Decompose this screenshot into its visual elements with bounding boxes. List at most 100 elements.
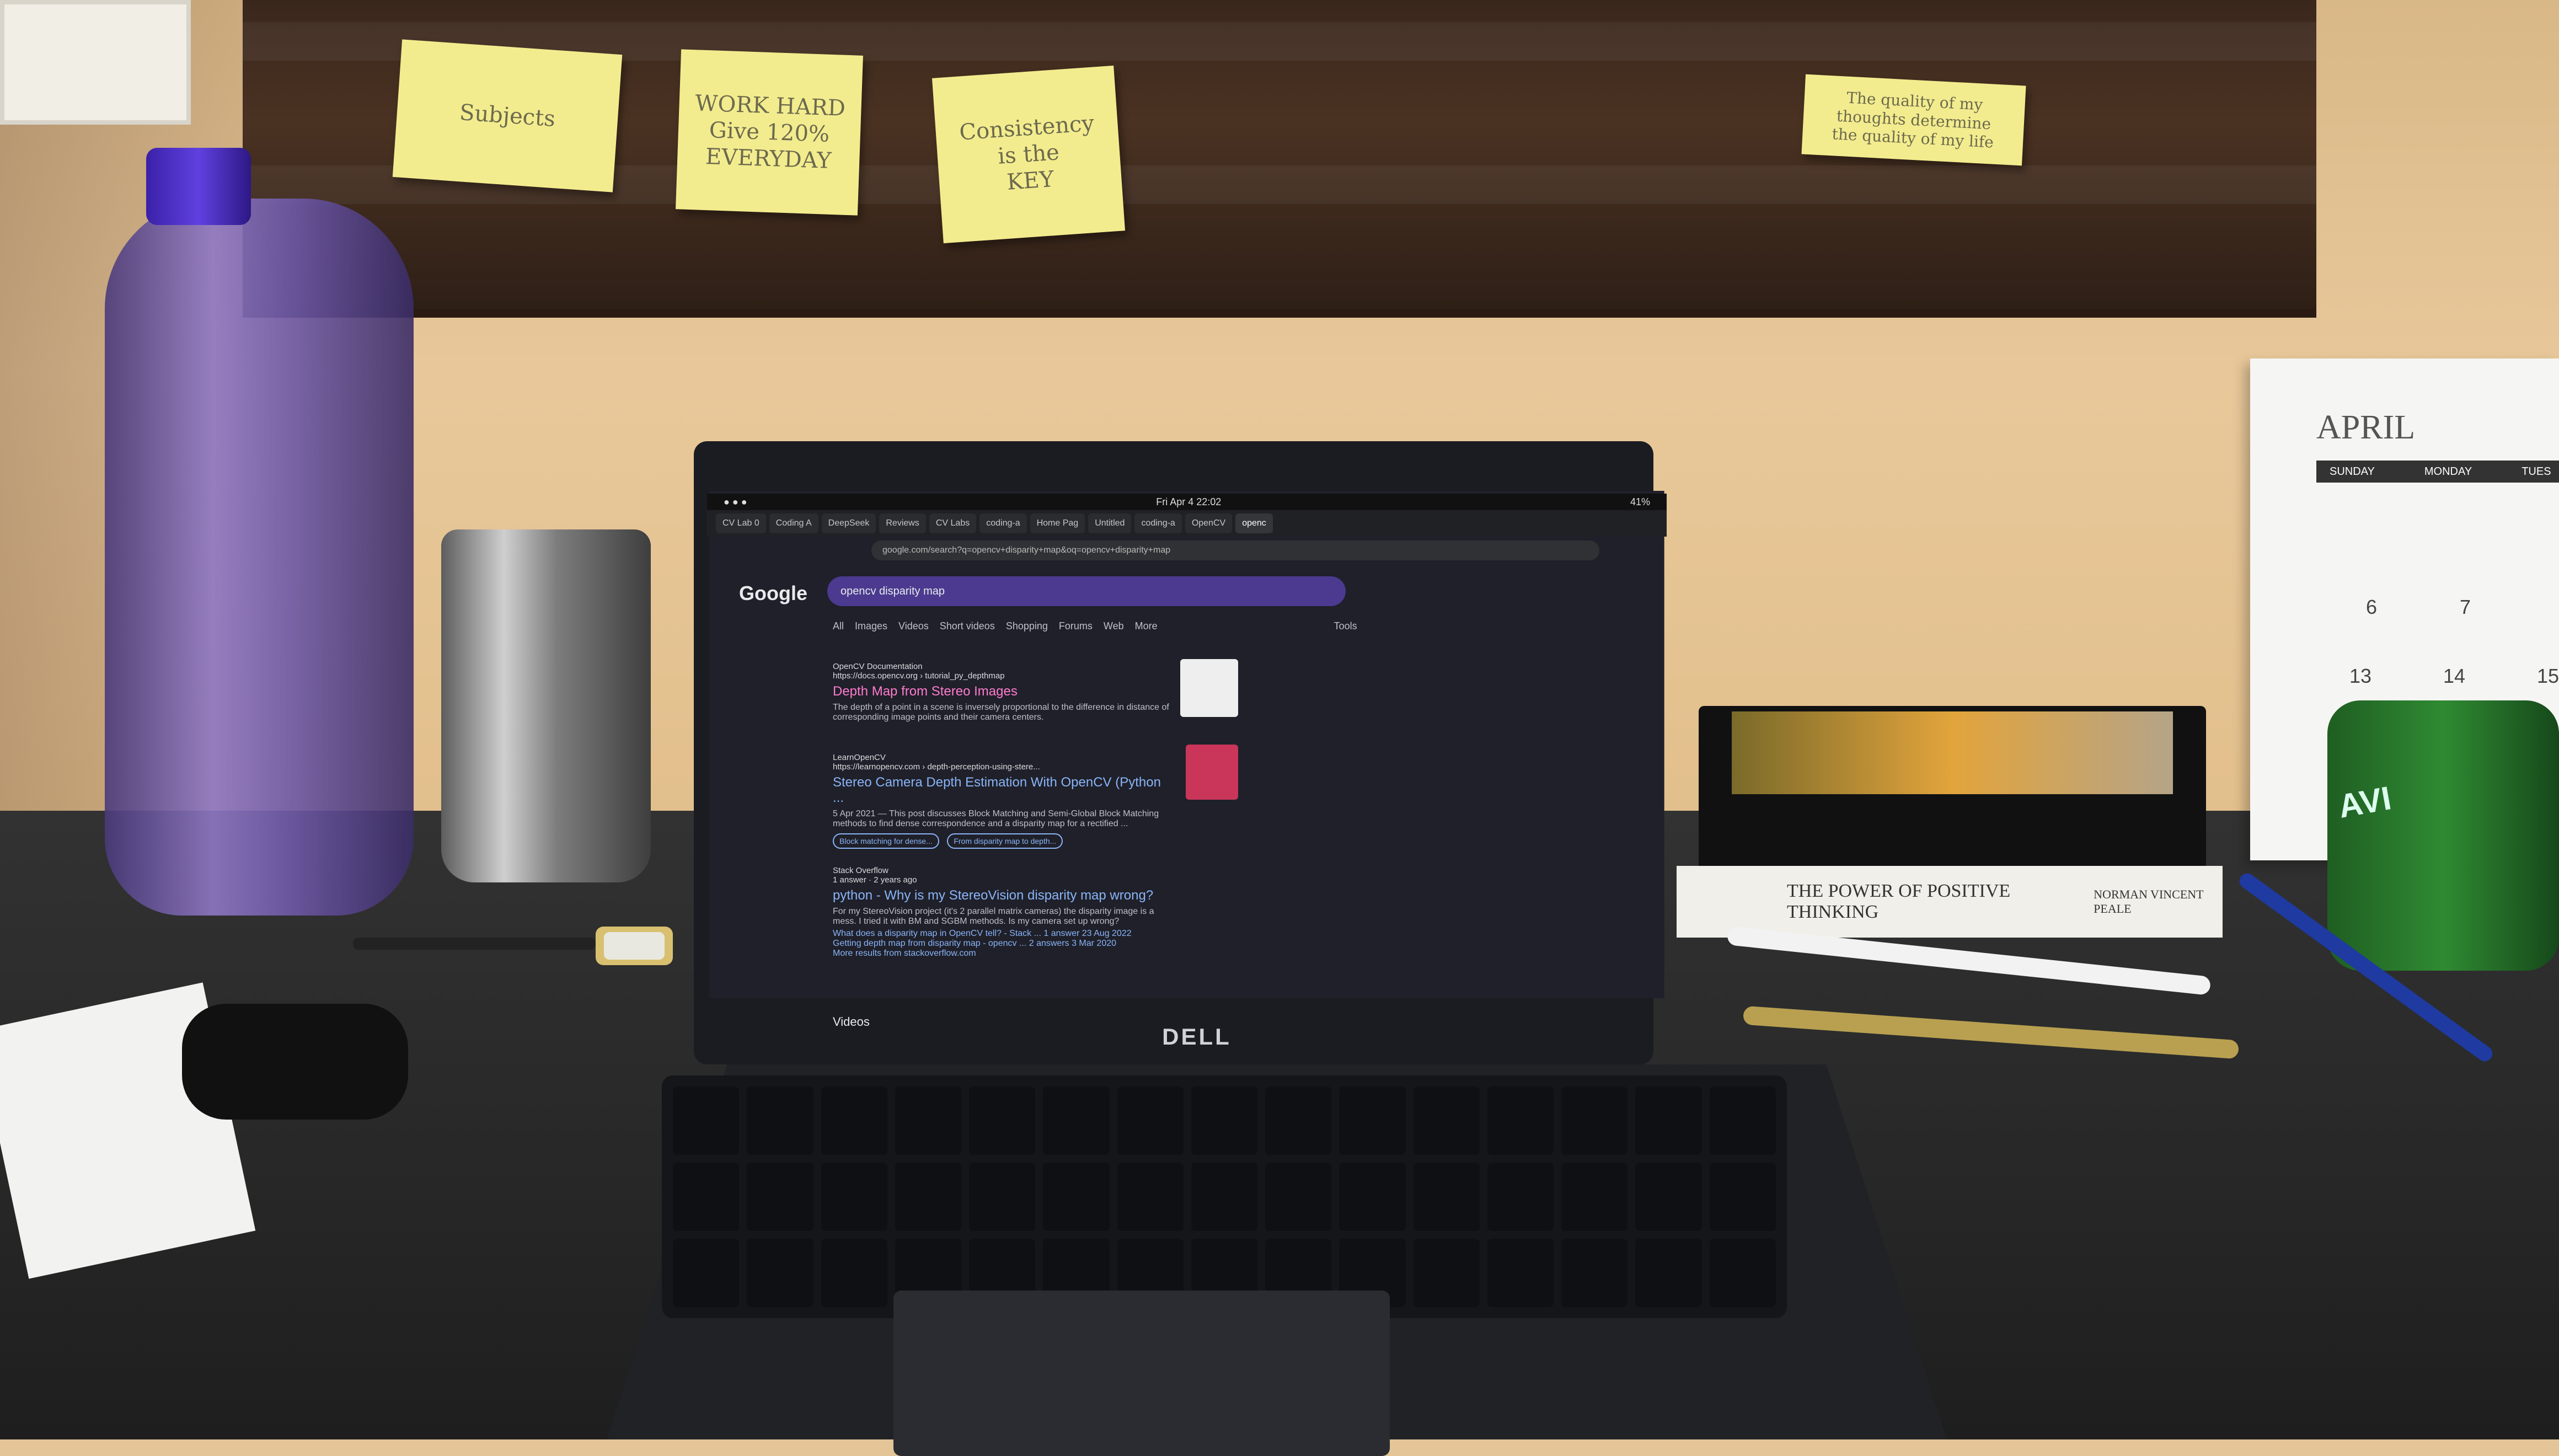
filter-more[interactable]: More — [1135, 620, 1158, 632]
key[interactable] — [821, 1239, 887, 1307]
key[interactable] — [1635, 1163, 1702, 1231]
key[interactable] — [1487, 1086, 1554, 1155]
related-link[interactable]: What does a disparity map in OpenCV tell… — [833, 929, 1175, 939]
related-link[interactable]: Getting depth map from disparity map - o… — [833, 939, 1175, 949]
sticky-note-quality: The quality of my thoughts determine the… — [1801, 74, 2026, 166]
key[interactable] — [895, 1163, 962, 1231]
key[interactable] — [747, 1086, 813, 1155]
search-result: LearnOpenCV https://learnopencv.com › de… — [833, 753, 1175, 849]
result-source: Stack Overflow — [833, 866, 888, 875]
key[interactable] — [1339, 1086, 1406, 1155]
calendar-date: 14 — [2443, 665, 2466, 687]
result-chip[interactable]: Block matching for dense... — [833, 833, 939, 849]
key[interactable] — [1191, 1086, 1258, 1155]
filter-short-videos[interactable]: Short videos — [940, 620, 995, 632]
key[interactable] — [673, 1163, 740, 1231]
key[interactable] — [1413, 1163, 1480, 1231]
result-meta: 1 answer · 2 years ago — [833, 875, 917, 885]
key[interactable] — [1191, 1163, 1258, 1231]
browser-tab[interactable]: coding-a — [1134, 513, 1182, 533]
browser-tab[interactable]: Home Pag — [1030, 513, 1085, 533]
filter-forums[interactable]: Forums — [1059, 620, 1093, 632]
key[interactable] — [1339, 1163, 1406, 1231]
filter-images[interactable]: Images — [855, 620, 887, 632]
search-result: Stack Overflow 1 answer · 2 years ago py… — [833, 866, 1175, 959]
activities-indicator[interactable]: ● ● ● — [724, 496, 747, 508]
key[interactable] — [1265, 1086, 1332, 1155]
key[interactable] — [1561, 1239, 1628, 1307]
browser-tab[interactable]: OpenCV — [1185, 513, 1233, 533]
key[interactable] — [821, 1086, 887, 1155]
result-snippet: For my StereoVision project (it's 2 para… — [833, 907, 1154, 926]
wristwatch — [353, 927, 673, 965]
clock[interactable]: Fri Apr 4 22:02 — [1156, 496, 1221, 508]
key[interactable] — [1487, 1239, 1554, 1307]
result-title[interactable]: python - Why is my StereoVision disparit… — [833, 888, 1175, 903]
address-bar[interactable]: google.com/search?q=opencv+disparity+map… — [871, 540, 1599, 560]
wall-switchboard — [0, 0, 191, 125]
key[interactable] — [1561, 1163, 1628, 1231]
filter-shopping[interactable]: Shopping — [1006, 620, 1048, 632]
result-title[interactable]: Depth Map from Stereo Images — [833, 684, 1175, 699]
result-thumbnail[interactable] — [1186, 745, 1238, 800]
key[interactable] — [1709, 1163, 1776, 1231]
key[interactable] — [1043, 1086, 1110, 1155]
filter-all[interactable]: All — [833, 620, 844, 632]
tab-label: coding-a — [986, 518, 1020, 528]
browser-tab[interactable]: Untitled — [1088, 513, 1132, 533]
book-author: NORMAN VINCENT PEALE — [2094, 887, 2204, 916]
key[interactable] — [1413, 1086, 1480, 1155]
key[interactable] — [1709, 1086, 1776, 1155]
sticky-note-subjects: Subjects — [392, 39, 623, 192]
key[interactable] — [747, 1239, 813, 1307]
key[interactable] — [895, 1086, 962, 1155]
key[interactable] — [747, 1163, 813, 1231]
key[interactable] — [969, 1163, 1036, 1231]
result-url[interactable]: https://docs.opencv.org › tutorial_py_de… — [833, 671, 1175, 681]
laptop-keyboard — [662, 1075, 1787, 1318]
result-url[interactable]: https://learnopencv.com › depth-percepti… — [833, 762, 1175, 772]
key[interactable] — [1117, 1086, 1184, 1155]
browser-tab[interactable]: coding-a — [979, 513, 1027, 533]
tab-label: CV Lab 0 — [722, 518, 759, 528]
browser-tab[interactable]: CV Lab 0 — [716, 513, 766, 533]
key[interactable] — [1043, 1163, 1110, 1231]
battery-indicator[interactable]: 41% — [1630, 496, 1650, 508]
sticky-note-consistency: Consistency is the KEY — [931, 65, 1126, 244]
filter-videos[interactable]: Videos — [898, 620, 929, 632]
weekday: SUNDAY — [2330, 465, 2375, 478]
browser-tab[interactable]: Coding A — [769, 513, 818, 533]
browser-tab[interactable]: DeepSeek — [821, 513, 876, 533]
key[interactable] — [1635, 1239, 1702, 1307]
weekday: TUES — [2521, 465, 2551, 478]
search-query: opencv disparity map — [840, 585, 945, 597]
key[interactable] — [1413, 1239, 1480, 1307]
key[interactable] — [969, 1086, 1036, 1155]
calendar-date: 7 — [2460, 596, 2471, 618]
key[interactable] — [1265, 1163, 1332, 1231]
google-logo[interactable]: Google — [739, 582, 807, 605]
key[interactable] — [673, 1239, 740, 1307]
result-title[interactable]: Stereo Camera Depth Estimation With Open… — [833, 775, 1175, 806]
key[interactable] — [1561, 1086, 1628, 1155]
search-input[interactable]: opencv disparity map — [827, 576, 1346, 606]
browser-tab-strip: CV Lab 0 Coding A DeepSeek Reviews CV La… — [707, 510, 1667, 537]
calendar-date: 6 — [2366, 596, 2378, 618]
browser-tab[interactable]: Reviews — [879, 513, 926, 533]
key[interactable] — [673, 1086, 740, 1155]
key[interactable] — [1635, 1086, 1702, 1155]
more-results-link[interactable]: More results from stackoverflow.com — [833, 949, 1175, 959]
result-thumbnail[interactable] — [1180, 659, 1238, 717]
filter-web[interactable]: Web — [1104, 620, 1124, 632]
calendar-date: 13 — [2349, 665, 2372, 687]
result-chip[interactable]: From disparity map to depth... — [947, 833, 1063, 849]
key[interactable] — [821, 1163, 887, 1231]
key[interactable] — [1117, 1163, 1184, 1231]
key[interactable] — [1487, 1163, 1554, 1231]
laptop-trackpad[interactable] — [893, 1291, 1390, 1456]
key[interactable] — [1709, 1239, 1776, 1307]
browser-tab-active[interactable]: openc — [1235, 513, 1273, 533]
tab-label: Home Pag — [1036, 518, 1079, 528]
tools-button[interactable]: Tools — [1334, 620, 1357, 632]
browser-tab[interactable]: CV Labs — [929, 513, 977, 533]
